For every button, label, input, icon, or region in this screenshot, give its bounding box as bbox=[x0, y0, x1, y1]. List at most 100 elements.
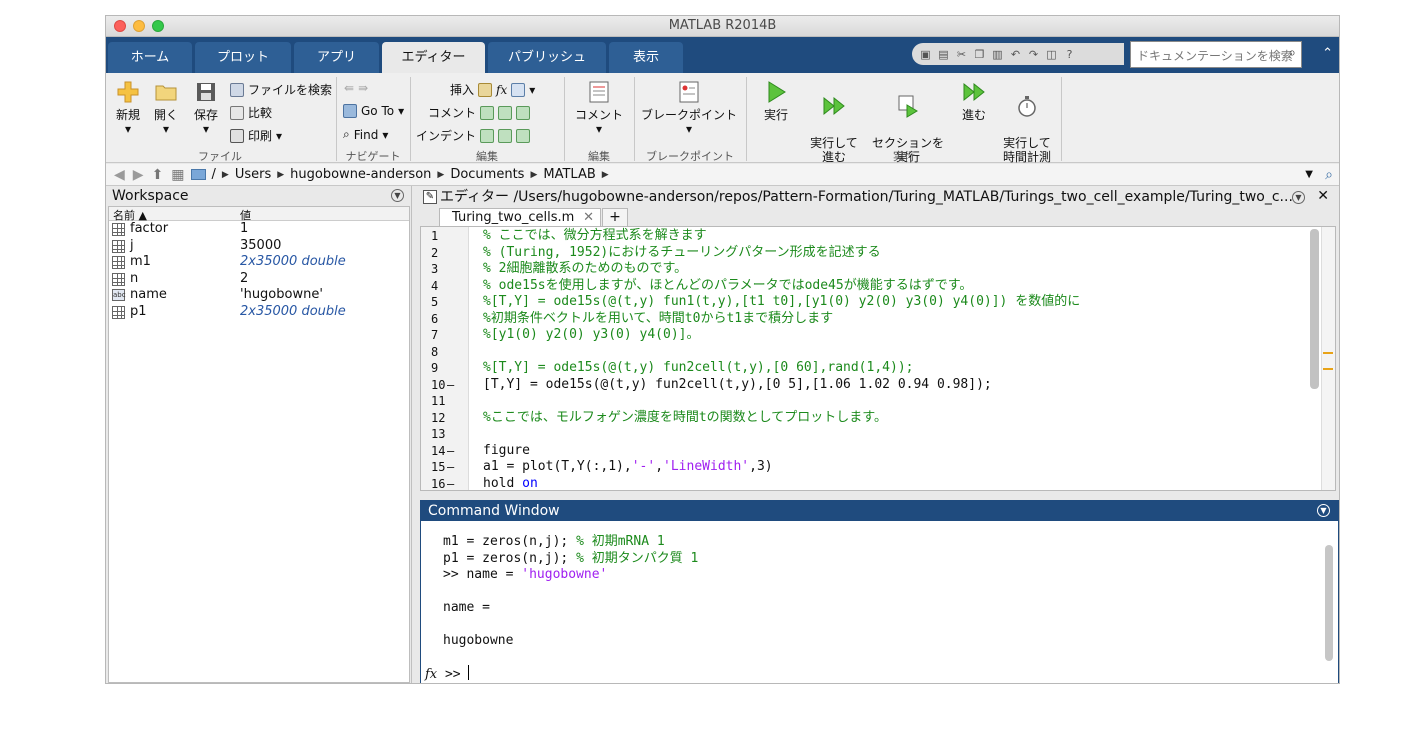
line-number[interactable]: 10– bbox=[421, 377, 469, 394]
function-browser-icon[interactable]: fx bbox=[425, 667, 437, 682]
save-button[interactable]: 保存 ▾ bbox=[190, 79, 222, 136]
insert-button[interactable]: 挿入 fx ▾ bbox=[450, 81, 535, 98]
close-icon[interactable]: ✕ bbox=[1317, 188, 1329, 204]
tab-home[interactable]: ホーム bbox=[108, 42, 192, 73]
wrap-comment-icon[interactable] bbox=[516, 105, 531, 120]
breakpoint-slot[interactable]: – bbox=[447, 459, 454, 476]
collapse-toolstrip-icon[interactable]: ⌃ bbox=[1322, 46, 1333, 61]
save-icon[interactable]: ▤ bbox=[936, 47, 951, 62]
compare-button[interactable]: 比較 bbox=[230, 104, 272, 121]
indent-row[interactable]: インデント bbox=[416, 127, 531, 144]
run-button[interactable]: 実行 bbox=[756, 79, 796, 122]
line-number[interactable]: 5 bbox=[421, 294, 469, 311]
find-files-button[interactable]: ファイルを検索 bbox=[230, 81, 332, 98]
line-number[interactable]: 9 bbox=[421, 360, 469, 377]
panel-menu-icon[interactable]: ▼ bbox=[1292, 191, 1305, 204]
back-forward-nav[interactable]: ⇚ ⇛ bbox=[344, 81, 368, 95]
warning-marker[interactable] bbox=[1323, 368, 1333, 370]
documentation-search-input[interactable]: ドキュメンテーションを検索 ⌕ bbox=[1130, 41, 1302, 68]
comment-icon[interactable] bbox=[480, 105, 495, 120]
smart-indent-icon[interactable] bbox=[480, 128, 495, 143]
path-dropdown-icon[interactable]: ▼ bbox=[1305, 169, 1313, 180]
line-number[interactable]: 2 bbox=[421, 245, 469, 262]
breadcrumb-user[interactable]: hugobowne-anderson bbox=[290, 167, 431, 182]
workspace-row[interactable]: j 35000 bbox=[109, 238, 409, 255]
workspace-row[interactable]: abc name 'hugobowne' bbox=[109, 287, 409, 304]
code-area[interactable]: 1 2 3 4 5 6 7 8 9 10–11 12 13 14–15–16– % ここでは、微分方程式… bbox=[420, 226, 1336, 491]
comment-row[interactable]: コメント bbox=[428, 104, 531, 121]
chevron-right-icon: ▶ bbox=[437, 169, 445, 180]
print-button[interactable]: 印刷 ▾ bbox=[230, 127, 282, 144]
undo-icon[interactable]: ↶ bbox=[1008, 47, 1023, 62]
browse-folder-icon[interactable]: ▦ bbox=[171, 167, 184, 183]
line-number[interactable]: 16– bbox=[421, 476, 469, 491]
line-number[interactable]: 15– bbox=[421, 459, 469, 476]
figure-insert-icon[interactable] bbox=[511, 82, 526, 97]
panel-menu-icon[interactable]: ▼ bbox=[1317, 504, 1330, 517]
breadcrumb-users[interactable]: Users bbox=[235, 167, 271, 182]
code-comment: % ode15sを使用しますが、ほとんどのパラメータではode45が機能するはず… bbox=[483, 277, 973, 293]
forward-arrow-icon[interactable]: ▶ bbox=[133, 167, 144, 183]
back-arrow-icon[interactable]: ◀ bbox=[114, 167, 125, 183]
breadcrumb-matlab[interactable]: MATLAB bbox=[543, 167, 595, 182]
layout-icon[interactable]: ▣ bbox=[918, 47, 933, 62]
line-number[interactable]: 14– bbox=[421, 443, 469, 460]
tab-apps[interactable]: アプリ bbox=[294, 42, 379, 73]
line-number[interactable]: 7 bbox=[421, 327, 469, 344]
line-number[interactable]: 4 bbox=[421, 278, 469, 295]
warning-marker[interactable] bbox=[1323, 352, 1333, 354]
command-prompt[interactable]: fx >> bbox=[425, 665, 470, 682]
redo-icon[interactable]: ↷ bbox=[1026, 47, 1041, 62]
workspace-row[interactable]: n2 bbox=[109, 271, 409, 288]
tab-editor[interactable]: エディター bbox=[382, 42, 485, 73]
comment-big-button[interactable]: コメント ▾ bbox=[568, 79, 630, 136]
paste-icon[interactable]: ▥ bbox=[990, 47, 1005, 62]
workspace-row[interactable]: p1 2x35000 double bbox=[109, 304, 409, 321]
uncomment-icon[interactable] bbox=[498, 105, 513, 120]
breakpoint-slot[interactable]: – bbox=[447, 377, 454, 394]
workspace-row[interactable]: factor 1 bbox=[109, 221, 409, 238]
line-number[interactable]: 11 bbox=[421, 393, 469, 410]
workspace-row[interactable]: m1 2x35000 double bbox=[109, 254, 409, 271]
breakpoint-slot[interactable]: – bbox=[447, 476, 454, 491]
line-number[interactable]: 3 bbox=[421, 261, 469, 278]
find-button[interactable]: ⌕ Find ▾ bbox=[343, 127, 388, 142]
close-tab-icon[interactable]: ✕ bbox=[583, 209, 594, 226]
tab-plots[interactable]: プロット bbox=[195, 42, 291, 73]
line-number[interactable]: 12 bbox=[421, 410, 469, 427]
tab-publish[interactable]: パブリッシュ bbox=[488, 42, 606, 73]
chevron-right-icon: ▶ bbox=[530, 169, 538, 180]
up-folder-icon[interactable]: ⬆ bbox=[152, 167, 164, 183]
open-button[interactable]: 開く ▾ bbox=[150, 79, 182, 136]
search-icon[interactable]: ⌕ bbox=[1288, 45, 1296, 61]
code-comment: %ここでは、モルフォゲン濃度を時間tの関数としてプロットします。 bbox=[483, 409, 887, 425]
switch-windows-icon[interactable]: ◫ bbox=[1044, 47, 1059, 62]
cut-icon[interactable]: ✂ bbox=[954, 47, 969, 62]
line-number[interactable]: 8 bbox=[421, 344, 469, 361]
line-number[interactable]: 13 bbox=[421, 426, 469, 443]
decrease-indent-icon[interactable] bbox=[516, 128, 531, 143]
panel-menu-icon[interactable]: ▼ bbox=[391, 189, 404, 202]
divider bbox=[746, 77, 747, 161]
tab-view[interactable]: 表示 bbox=[609, 42, 683, 73]
line-number[interactable]: 6 bbox=[421, 311, 469, 328]
breadcrumb-documents[interactable]: Documents bbox=[450, 167, 524, 182]
file-tab[interactable]: Turing_two_cells.m ✕ bbox=[439, 208, 601, 226]
code-string: 'hugobowne' bbox=[521, 567, 608, 582]
fx-icon[interactable]: fx bbox=[496, 83, 507, 97]
command-scrollbar[interactable] bbox=[1325, 545, 1333, 661]
copy-icon[interactable]: ❐ bbox=[972, 47, 987, 62]
help-icon[interactable]: ? bbox=[1062, 47, 1077, 62]
goto-button[interactable]: Go To ▾ bbox=[343, 104, 404, 118]
variable-value: 'hugobowne' bbox=[240, 287, 323, 303]
advance-button[interactable]: 進む bbox=[954, 79, 994, 122]
increase-indent-icon[interactable] bbox=[498, 128, 513, 143]
new-tab-button[interactable]: + bbox=[602, 208, 628, 226]
breakpoint-slot[interactable]: – bbox=[447, 443, 454, 460]
breadcrumb-root[interactable]: / bbox=[212, 167, 216, 182]
new-button[interactable]: 新規 ▾ bbox=[112, 79, 144, 136]
editor-scrollbar[interactable] bbox=[1310, 229, 1319, 389]
line-number[interactable]: 1 bbox=[421, 228, 469, 245]
path-search-icon[interactable]: ⌕ bbox=[1325, 167, 1333, 183]
breakpoints-button[interactable]: ブレークポイント ▾ bbox=[638, 79, 740, 136]
